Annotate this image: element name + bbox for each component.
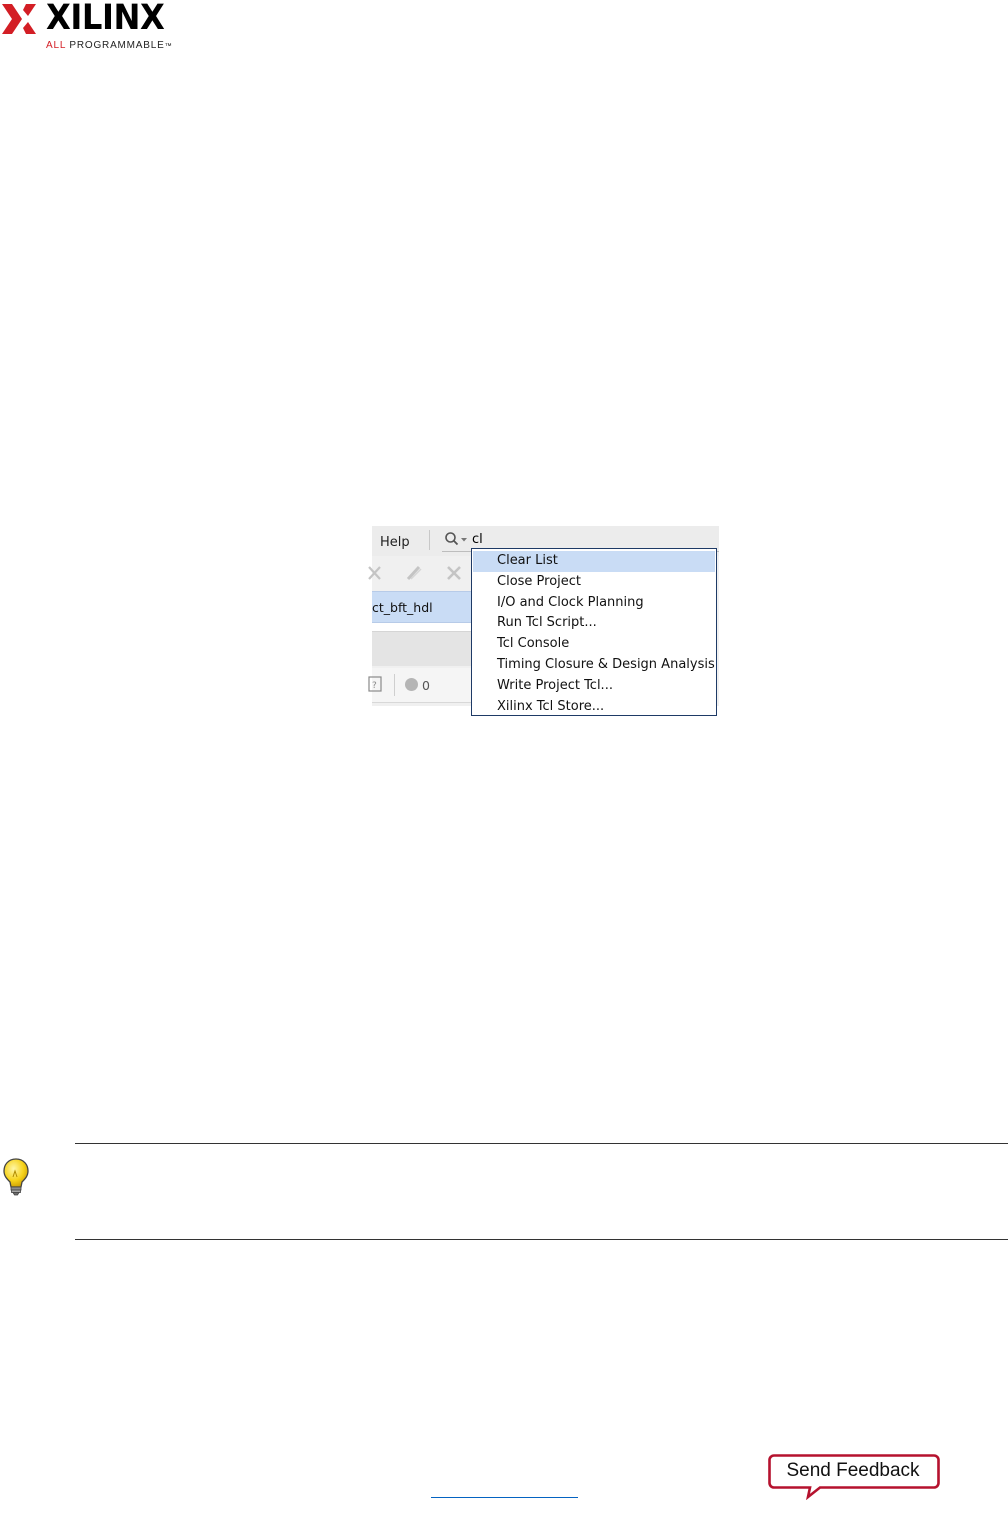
document-icon[interactable]: ? bbox=[368, 676, 382, 692]
dropdown-item-timing-closure[interactable]: Timing Closure & Design Analysis bbox=[472, 655, 716, 676]
toolbar-delete-icon[interactable] bbox=[444, 563, 464, 583]
tip-rule-bottom bbox=[75, 1239, 1008, 1240]
logo-tagline: ALL PROGRAMMABLE™ bbox=[46, 40, 172, 53]
menu-separator bbox=[429, 530, 430, 550]
toolbar-edit-icon[interactable] bbox=[404, 563, 424, 583]
panel-spacer bbox=[372, 623, 472, 631]
quick-access-dropdown: Clear List Close Project I/O and Clock P… bbox=[471, 548, 717, 716]
status-separator bbox=[394, 674, 395, 696]
vivado-quick-access-figure: Help cl ct_bft_hdl ? 0 Clear List Close … bbox=[368, 526, 719, 718]
dropdown-item-write-project-tcl[interactable]: Write Project Tcl... bbox=[472, 676, 716, 697]
status-dot-icon bbox=[405, 678, 418, 691]
tip-rule-top bbox=[75, 1143, 1008, 1144]
dropdown-item-close-project[interactable]: Close Project bbox=[472, 572, 716, 593]
dropdown-item-tcl-console[interactable]: Tcl Console bbox=[472, 634, 716, 655]
logo-wordmark: XILINX bbox=[46, 0, 165, 38]
menu-help[interactable]: Help bbox=[380, 535, 410, 550]
dropdown-item-xilinx-tcl-store[interactable]: Xilinx Tcl Store... bbox=[472, 697, 716, 718]
project-name: ct_bft_hdl bbox=[372, 600, 433, 615]
search-icon[interactable] bbox=[444, 531, 470, 547]
status-count: 0 bbox=[422, 678, 430, 693]
dropdown-item-clear-list[interactable]: Clear List bbox=[473, 551, 715, 572]
dropdown-item-io-clock-planning[interactable]: I/O and Clock Planning bbox=[472, 593, 716, 614]
quick-access-search-input[interactable] bbox=[472, 530, 712, 548]
svg-text:?: ? bbox=[372, 681, 377, 691]
xilinx-logo: XILINX ALL PROGRAMMABLE™ bbox=[0, 0, 180, 56]
project-row[interactable]: ct_bft_hdl bbox=[372, 591, 472, 623]
panel-header bbox=[372, 632, 472, 666]
send-feedback-button[interactable]: Send Feedback bbox=[768, 1454, 940, 1500]
send-feedback-label: Send Feedback bbox=[786, 1460, 920, 1481]
logo-tagline-programmable: PROGRAMMABLE bbox=[65, 40, 165, 51]
lightbulb-icon bbox=[3, 1158, 29, 1196]
xilinx-x-mark-icon bbox=[2, 4, 36, 34]
logo-tagline-all: ALL bbox=[46, 40, 66, 51]
footer-link-underline[interactable] bbox=[431, 1497, 578, 1498]
status-row: ? 0 bbox=[368, 668, 472, 703]
toolbar-cut-icon[interactable] bbox=[366, 563, 386, 583]
dropdown-item-run-tcl-script[interactable]: Run Tcl Script... bbox=[472, 613, 716, 634]
logo-tagline-mark: ™ bbox=[164, 43, 173, 50]
toolbar bbox=[368, 558, 472, 588]
